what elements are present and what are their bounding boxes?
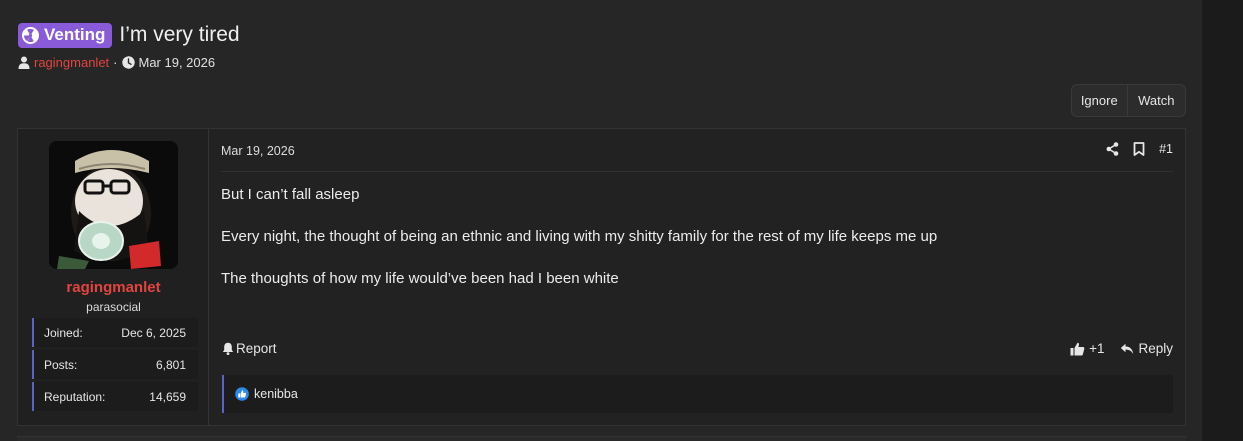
post-date[interactable]: Mar 19, 2026: [221, 144, 295, 158]
share-icon[interactable]: [1106, 142, 1119, 156]
post-footer-actions: +1 Reply: [1070, 341, 1173, 356]
reactions-bar[interactable]: kenibba: [222, 375, 1173, 413]
user-icon: [18, 56, 30, 69]
thread-title: I’m very tired: [119, 23, 240, 46]
stat-posts: Posts: 6,801: [32, 350, 198, 379]
thread-author-link[interactable]: ragingmanlet: [34, 55, 109, 70]
like-reaction-icon: [235, 387, 249, 401]
prefix-label: Venting: [44, 25, 106, 44]
main-content: Venting I’m very tired ragingmanlet · Ma…: [0, 0, 1202, 441]
meta-separator: ·: [113, 55, 118, 70]
bell-icon: [222, 342, 234, 355]
stat-joined: Joined: Dec 6, 2025: [32, 318, 198, 347]
like-button[interactable]: +1: [1070, 341, 1104, 356]
next-post-edge: [17, 436, 1186, 441]
report-link[interactable]: Report: [222, 341, 277, 356]
watch-button[interactable]: Watch: [1128, 85, 1185, 116]
post: ragingmanlet parasocial Joined: Dec 6, 2…: [17, 128, 1186, 426]
report-label: Report: [236, 341, 277, 356]
reaction-user-link[interactable]: kenibba: [254, 387, 298, 401]
post-username[interactable]: ragingmanlet: [18, 279, 209, 296]
post-message: But I can’t fall asleep Every night, the…: [221, 187, 937, 313]
message-line: But I can’t fall asleep: [221, 186, 360, 203]
reply-icon: [1121, 343, 1134, 354]
reply-label: Reply: [1138, 341, 1173, 356]
stat-value[interactable]: 6,801: [156, 358, 186, 372]
stat-label: Posts:: [44, 357, 78, 372]
ignore-button[interactable]: Ignore: [1072, 85, 1128, 116]
thread-date[interactable]: Mar 19, 2026: [139, 55, 216, 70]
thread-title-bar: Venting I’m very tired: [18, 21, 240, 49]
stat-value: Dec 6, 2025: [121, 325, 186, 340]
radiation-icon: [22, 26, 39, 44]
message-line: The thoughts of how my life would’ve bee…: [221, 270, 619, 287]
thread-meta: ragingmanlet · Mar 19, 2026: [18, 55, 215, 70]
clock-icon: [121, 56, 135, 69]
thread-action-buttons: Ignore Watch: [1071, 84, 1186, 117]
post-number-link[interactable]: #1: [1159, 142, 1173, 156]
post-user-panel: ragingmanlet parasocial Joined: Dec 6, 2…: [18, 129, 209, 425]
post-body: Mar 19, 2026 #1 But I can’t fall asleep …: [210, 129, 1185, 425]
like-count: +1: [1089, 341, 1105, 356]
right-gutter: [1202, 0, 1243, 441]
avatar[interactable]: [49, 141, 178, 269]
venting-prefix-badge[interactable]: Venting: [18, 22, 113, 48]
stat-value: 14,659: [149, 389, 186, 404]
message-line: Every night, the thought of being an eth…: [221, 228, 938, 245]
user-title: parasocial: [86, 300, 141, 314]
post-header-actions: #1: [1106, 142, 1173, 156]
thumbs-up-icon: [1070, 342, 1085, 355]
stat-label: Joined:: [44, 325, 83, 340]
reply-button[interactable]: Reply: [1120, 341, 1173, 356]
stat-label: Reputation:: [44, 389, 106, 404]
stat-reputation: Reputation: 14,659: [32, 382, 198, 411]
bookmark-icon[interactable]: [1133, 142, 1145, 156]
post-header-divider: [221, 171, 1173, 172]
